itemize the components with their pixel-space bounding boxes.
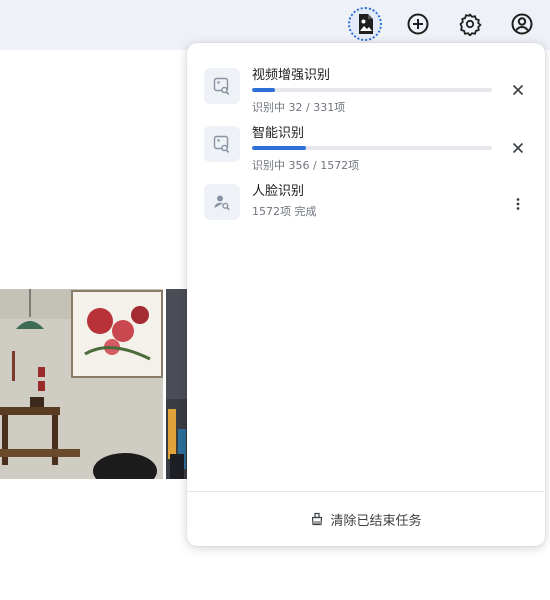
close-icon <box>512 84 524 96</box>
task-title: 视频增强识别 <box>252 68 331 83</box>
task-more-button[interactable] <box>507 193 529 215</box>
broom-icon <box>312 512 323 526</box>
task-status: 1572项 完成 <box>252 205 317 218</box>
task-progress-fill <box>252 146 307 150</box>
account-button[interactable] <box>505 7 539 41</box>
photo-restaurant-image <box>0 289 163 479</box>
media-task-icon <box>359 14 373 34</box>
add-icon <box>407 13 429 35</box>
more-vert-icon <box>516 198 520 210</box>
settings-button[interactable] <box>453 7 487 41</box>
task-progress-bar <box>252 146 492 150</box>
task-status: 识别中 32 / 331项 <box>252 101 346 114</box>
task-thumbnail <box>204 184 240 220</box>
task-progress-fill <box>252 88 276 92</box>
face-search-icon <box>214 195 230 211</box>
photo-thumbnail[interactable] <box>0 289 163 479</box>
task-progress-bar <box>252 88 492 92</box>
media-task-button[interactable] <box>348 7 382 41</box>
task-item-face-recognition: 人脸识别 1572项 完成 <box>187 183 545 239</box>
task-cancel-button[interactable] <box>507 79 529 101</box>
app-window: 视频增强识别 识别中 32 / 331项 智能识别 识别中 356 / 1572… <box>0 0 550 600</box>
task-item-video-recognition: 视频增强识别 识别中 32 / 331项 <box>187 67 545 123</box>
task-thumbnail <box>204 126 240 162</box>
close-icon <box>512 142 524 154</box>
task-thumbnail <box>204 68 240 104</box>
image-search-icon <box>213 77 230 95</box>
task-item-smart-recognition: 智能识别 识别中 356 / 1572项 <box>187 125 545 181</box>
add-button[interactable] <box>401 7 435 41</box>
clear-finished-tasks-label: 清除已结束任务 <box>330 513 422 529</box>
image-search-icon <box>213 135 230 153</box>
account-icon <box>511 13 533 35</box>
task-title: 智能识别 <box>252 126 305 141</box>
task-cancel-button[interactable] <box>507 137 529 159</box>
task-title: 人脸识别 <box>252 184 305 199</box>
settings-icon <box>459 13 482 36</box>
task-status: 识别中 356 / 1572项 <box>252 159 360 172</box>
task-panel: 视频增强识别 识别中 32 / 331项 智能识别 识别中 356 / 1572… <box>187 43 545 546</box>
clear-finished-tasks-button[interactable]: 清除已结束任务 <box>187 492 545 546</box>
